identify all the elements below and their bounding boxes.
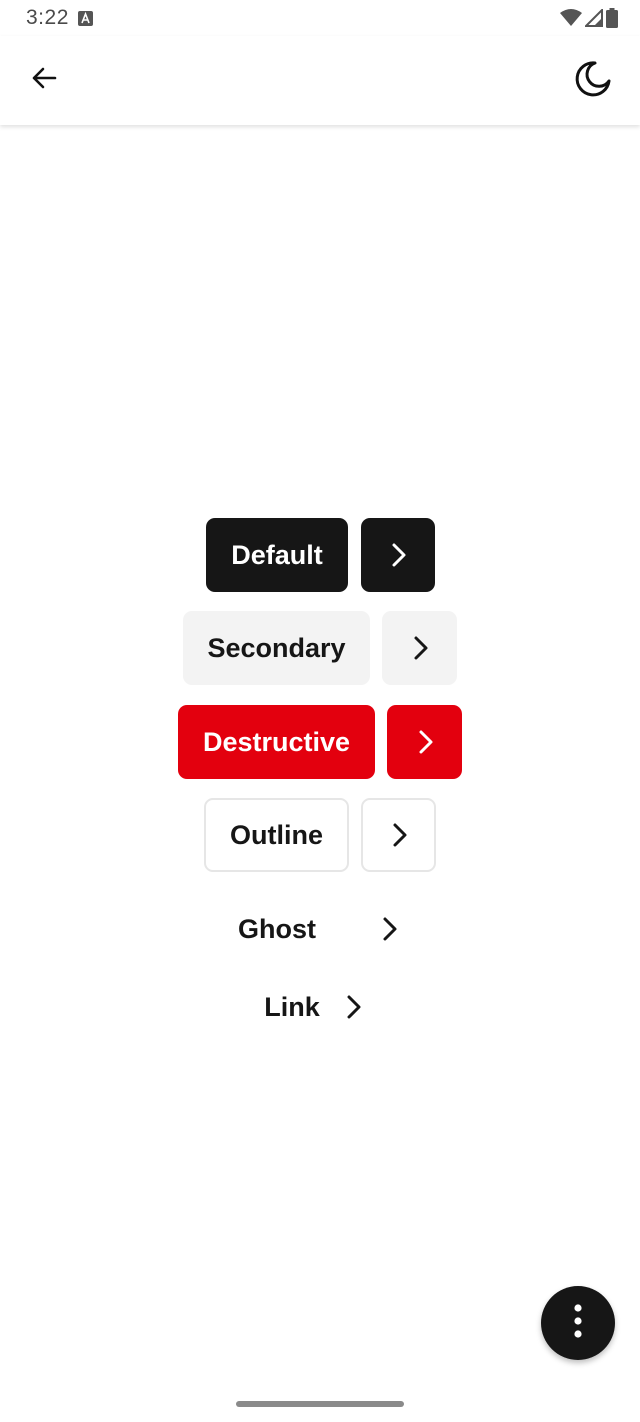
outline-icon-button[interactable] (361, 798, 436, 872)
link-icon-button[interactable] (334, 970, 372, 1044)
button-row-default: Default (0, 518, 640, 592)
ghost-button-label: Ghost (238, 913, 316, 944)
moon-icon (573, 59, 613, 104)
battery-icon (606, 8, 618, 33)
wifi-icon (560, 9, 582, 32)
button-row-outline: Outline (0, 798, 640, 872)
back-button[interactable] (22, 58, 66, 102)
destructive-icon-button[interactable] (387, 705, 462, 779)
chevron-right-icon (341, 993, 365, 1021)
status-time: 3:22 (26, 6, 69, 29)
app-bar (0, 36, 640, 125)
button-row-link: Link (0, 970, 640, 1044)
secondary-button[interactable]: Secondary (183, 611, 370, 685)
theme-toggle-button[interactable] (570, 58, 616, 104)
link-button-label: Link (264, 991, 320, 1022)
link-button[interactable]: Link (254, 970, 330, 1044)
chevron-right-icon (387, 821, 411, 849)
destructive-button[interactable]: Destructive (178, 705, 375, 779)
button-row-secondary: Secondary (0, 611, 640, 685)
default-button-label: Default (231, 539, 323, 570)
button-row-ghost: Ghost (0, 892, 640, 966)
button-row-destructive: Destructive (0, 705, 640, 779)
secondary-icon-button[interactable] (382, 611, 457, 685)
status-bar: 3:22 (0, 0, 640, 36)
outline-button-label: Outline (230, 819, 323, 850)
keyboard-a-icon (78, 11, 93, 26)
chevron-right-icon (408, 634, 432, 662)
more-vertical-icon (573, 1303, 583, 1344)
ghost-icon-button[interactable] (352, 892, 426, 966)
outline-button[interactable]: Outline (204, 798, 349, 872)
ghost-button[interactable]: Ghost (206, 892, 348, 966)
default-icon-button[interactable] (361, 518, 435, 592)
more-options-fab[interactable] (541, 1286, 615, 1360)
arrow-back-icon (30, 64, 58, 97)
chevron-right-icon (413, 728, 437, 756)
screen: 3:22 Default Secondary Destructive Outli… (0, 0, 640, 1422)
chevron-right-icon (377, 915, 401, 943)
secondary-button-label: Secondary (207, 632, 346, 663)
destructive-button-label: Destructive (202, 726, 351, 757)
chevron-right-icon (386, 541, 410, 569)
home-indicator[interactable] (236, 1401, 404, 1407)
signal-icon (583, 7, 603, 32)
default-button[interactable]: Default (206, 518, 348, 592)
